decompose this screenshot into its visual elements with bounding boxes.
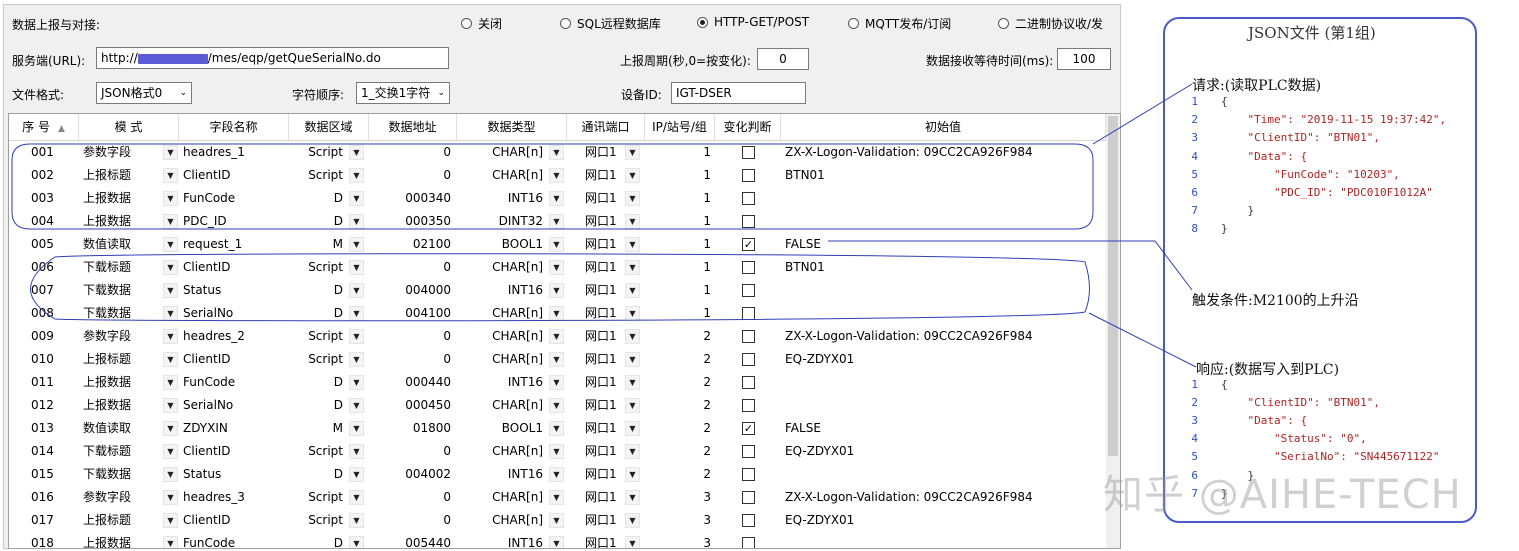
annotation-overlay xyxy=(11,83,1197,368)
connector-trigger xyxy=(828,240,1193,291)
connector-request xyxy=(1092,83,1193,145)
group-ellipse-response xyxy=(30,253,1090,322)
connector-response xyxy=(1088,312,1197,368)
group-ellipse-request xyxy=(11,143,1094,230)
